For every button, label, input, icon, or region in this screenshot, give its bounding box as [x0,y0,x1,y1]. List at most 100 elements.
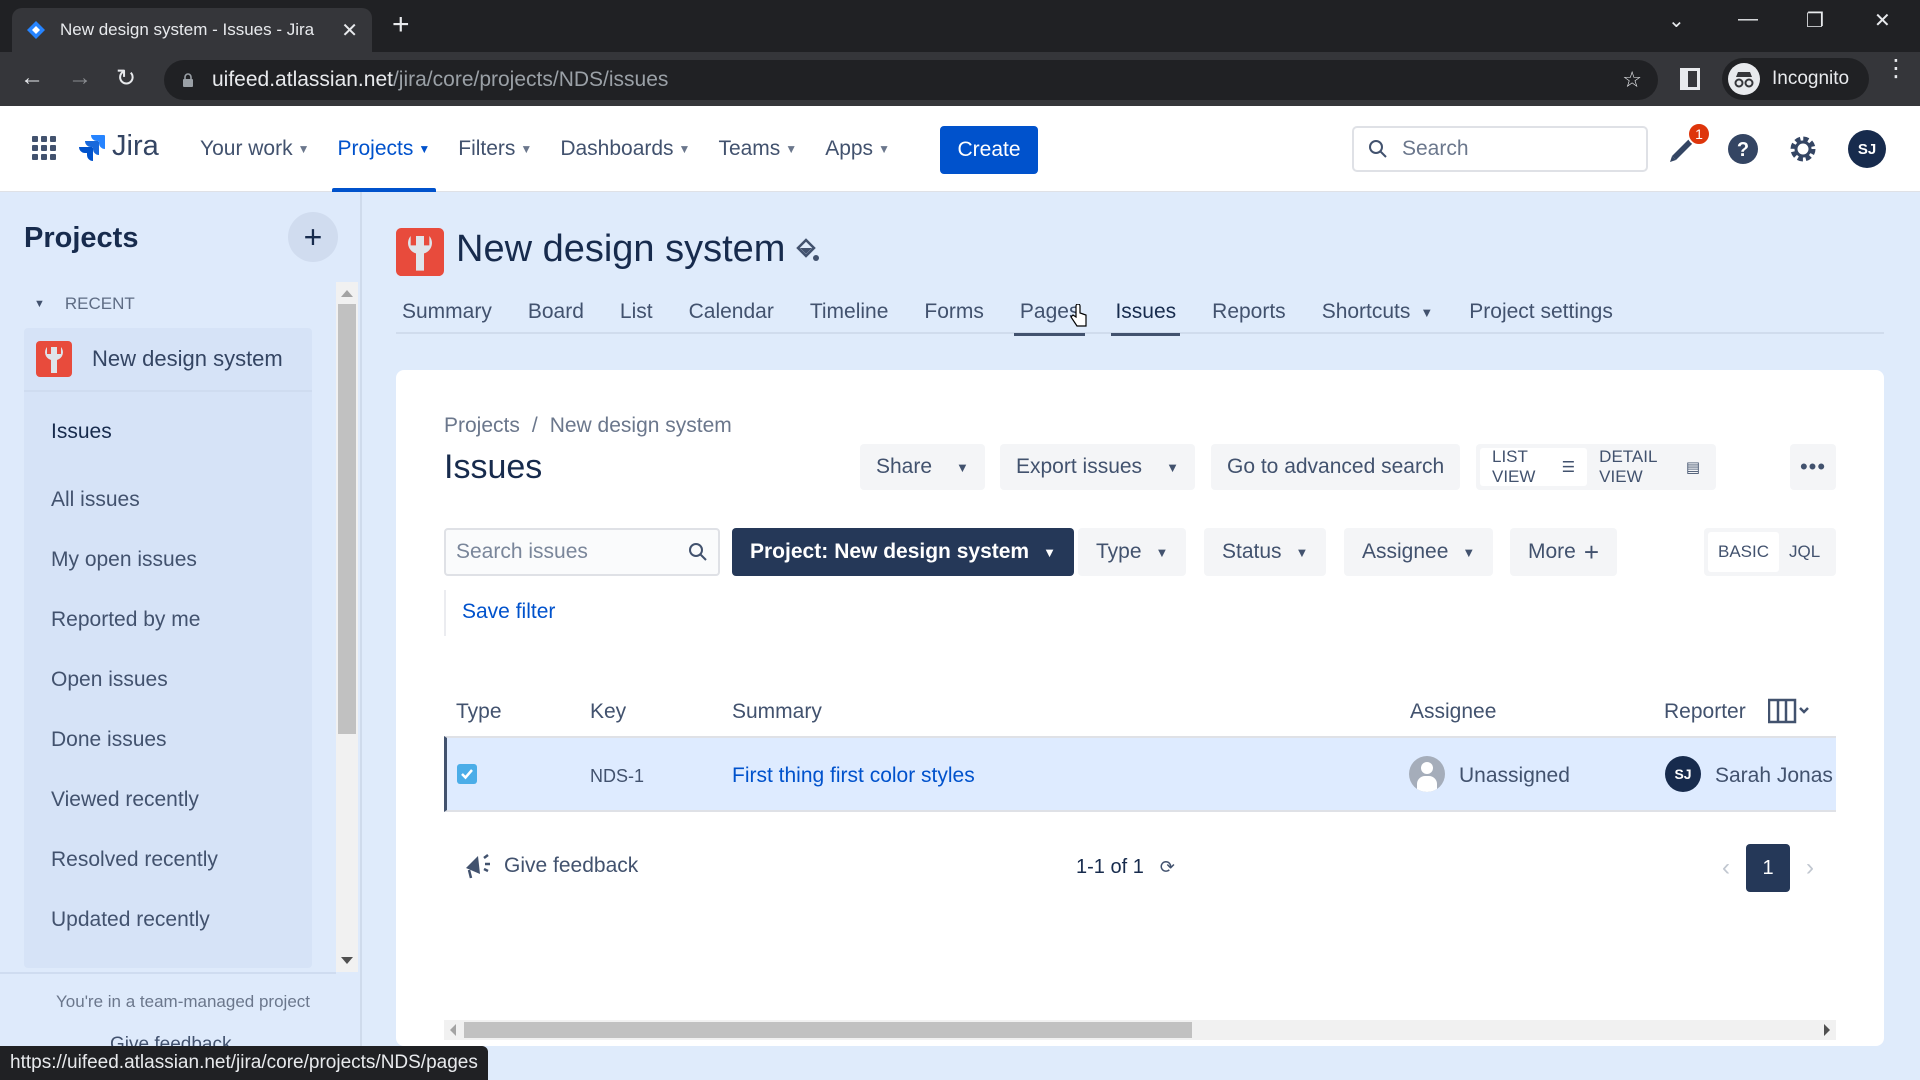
more-actions-button[interactable]: ••• [1790,444,1836,490]
incognito-profile-button[interactable]: Incognito [1722,58,1870,100]
nav-filters[interactable]: Filters ▼ [444,106,546,192]
reload-icon[interactable]: ↻ [116,64,136,93]
advanced-search-button[interactable]: Go to advanced search [1211,444,1461,490]
table-row[interactable]: NDS-1 First thing first color styles Una… [444,736,1836,812]
type-filter-button[interactable]: Type ▼ [1078,528,1187,576]
nav-label: Teams [718,137,781,160]
scrollbar-thumb[interactable] [464,1022,1192,1038]
nav-teams[interactable]: Teams ▼ [704,106,811,192]
user-avatar[interactable]: SJ [1848,130,1886,168]
sidebar-item-open-issues[interactable]: Open issues [51,668,168,692]
search-mode-toggle: BASIC JQL [1704,528,1836,576]
tab-project-settings[interactable]: Project settings [1451,290,1631,334]
issue-summary-link[interactable]: First thing first color styles [732,764,975,788]
tab-calendar[interactable]: Calendar [671,290,792,334]
minimize-icon[interactable]: — [1738,8,1758,31]
jira-favicon-icon [27,21,45,39]
sidebar-item-resolved-recently[interactable]: Resolved recently [51,848,218,872]
tab-search-icon[interactable]: ⌄ [1668,8,1685,33]
side-panel-icon[interactable] [1680,68,1700,90]
scroll-up-icon[interactable] [341,290,353,297]
help-icon[interactable]: ? [1726,132,1760,166]
project-filter-button[interactable]: Project: New design system ▼ [732,528,1074,576]
browser-menu-icon[interactable]: ⋮ [1884,57,1908,81]
column-assignee[interactable]: Assignee [1410,700,1496,724]
give-feedback-button[interactable]: Give feedback [464,852,638,880]
save-filter-link[interactable]: Save filter [462,600,555,624]
recent-section-toggle[interactable]: ▼ RECENT [34,294,135,314]
sidebar-item-updated-recently[interactable]: Updated recently [51,908,210,932]
bookmark-star-icon[interactable]: ☆ [1622,67,1642,93]
assignee-name[interactable]: Unassigned [1459,764,1570,788]
scroll-right-icon[interactable] [1824,1024,1830,1036]
sidebar-item-issues[interactable]: Issues [51,420,112,444]
logo-text: Jira [112,130,159,162]
issue-key[interactable]: NDS-1 [590,766,644,787]
detail-view-button[interactable]: DETAIL VIEW ▤ [1587,447,1712,486]
tab-issues[interactable]: Issues [1097,290,1194,336]
sidebar-scroll-area: New design system Issues All issues My o… [24,328,312,968]
chevron-down-icon: ▼ [418,142,431,156]
share-button[interactable]: Share ▼ [860,444,985,490]
tab-timeline[interactable]: Timeline [792,290,907,334]
jira-logo[interactable]: Jira [78,130,159,163]
nav-apps[interactable]: Apps ▼ [811,106,904,192]
list-view-button[interactable]: LIST VIEW ☰ [1480,447,1588,486]
close-tab-icon[interactable]: ✕ [341,18,358,43]
tab-forms[interactable]: Forms [906,290,1002,334]
column-type[interactable]: Type [456,700,502,724]
assignee-filter-button[interactable]: Assignee ▼ [1344,528,1494,576]
tab-reports[interactable]: Reports [1194,290,1304,334]
forward-icon[interactable]: → [68,64,92,92]
basic-mode-button[interactable]: BASIC [1708,532,1780,572]
status-filter-button[interactable]: Status ▼ [1204,528,1327,576]
sidebar-item-my-open-issues[interactable]: My open issues [51,548,197,572]
column-reporter[interactable]: Reporter [1664,700,1746,724]
horizontal-scrollbar[interactable] [444,1020,1836,1040]
browser-tab[interactable]: New design system - Issues - Jira ✕ [12,8,372,52]
new-tab-icon[interactable]: + [392,10,410,40]
tab-list[interactable]: List [602,290,671,334]
page-button-current[interactable]: 1 [1746,844,1790,892]
paint-bucket-icon[interactable] [796,238,820,264]
sidebar-item-reported-by-me[interactable]: Reported by me [51,608,200,632]
close-window-icon[interactable]: ✕ [1874,8,1891,33]
nav-projects[interactable]: Projects ▼ [324,106,445,192]
sidebar-item-done-issues[interactable]: Done issues [51,728,167,752]
column-key[interactable]: Key [590,700,626,724]
scrollbar-thumb[interactable] [338,304,356,734]
restore-icon[interactable]: ❐ [1806,8,1824,33]
search-icon [689,543,707,561]
add-project-button[interactable]: + [288,212,338,262]
scroll-left-icon[interactable] [450,1024,456,1036]
sidebar-project-item[interactable]: New design system [24,328,312,392]
tab-board[interactable]: Board [510,290,602,334]
scroll-down-icon[interactable] [341,957,353,964]
nav-label: Filters [458,137,516,160]
nav-dashboards[interactable]: Dashboards ▼ [546,106,704,192]
breadcrumb-projects[interactable]: Projects [444,414,520,437]
tab-summary[interactable]: Summary [396,290,510,334]
search-issues-input[interactable]: Search issues [444,528,720,576]
more-filters-button[interactable]: More + [1510,528,1618,576]
settings-gear-icon[interactable] [1786,132,1820,166]
refresh-icon[interactable]: ⟳ [1160,857,1175,878]
address-bar[interactable]: uifeed.atlassian.net/jira/core/projects/… [164,60,1658,100]
breadcrumb-project[interactable]: New design system [550,414,732,437]
app-switcher-icon[interactable] [32,136,56,160]
prev-page-icon[interactable]: ‹ [1706,854,1746,882]
next-page-icon[interactable]: › [1790,854,1830,882]
jql-mode-button[interactable]: JQL [1779,532,1830,572]
global-search-input[interactable]: Search [1352,126,1648,172]
sidebar-item-all-issues[interactable]: All issues [51,488,140,512]
export-issues-button[interactable]: Export issues ▼ [1000,444,1195,490]
sidebar-scrollbar[interactable] [336,282,358,972]
column-picker-icon[interactable] [1767,698,1812,730]
reporter-name[interactable]: Sarah Jonas [1715,764,1833,788]
tab-shortcuts[interactable]: Shortcuts ▼ [1304,290,1452,334]
create-button[interactable]: Create [940,126,1038,174]
column-summary[interactable]: Summary [732,700,822,724]
nav-your-work[interactable]: Your work ▼ [186,106,324,192]
back-icon[interactable]: ← [20,64,44,92]
sidebar-item-viewed-recently[interactable]: Viewed recently [51,788,199,812]
